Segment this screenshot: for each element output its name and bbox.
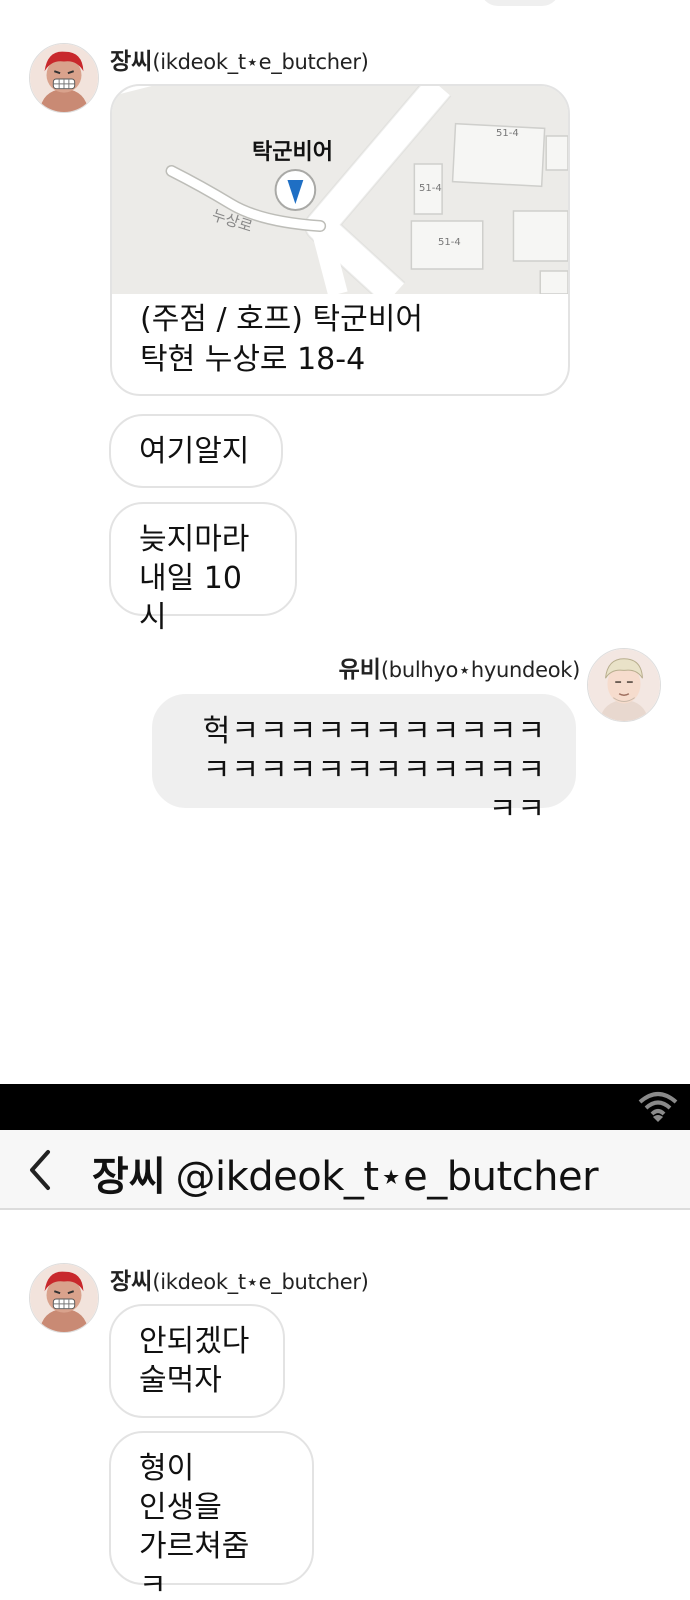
wifi-icon (638, 1092, 678, 1122)
chat-title: 장씨 @ikdeok_t⋆e_butcher (0, 1144, 690, 1202)
map-lot-label: 51-4 (438, 237, 461, 248)
map-thumbnail[interactable]: 탁군비어 누상로 51-4 51-4 51-4 (112, 86, 568, 294)
my-avatar[interactable] (587, 648, 661, 722)
sender-handle: (ikdeok_t⋆e_butcher) (152, 50, 369, 74)
my-sender-label: 유비 (bulhyo⋆hyundeok) (338, 650, 581, 684)
my-message-bubble[interactable]: 헉ㅋㅋㅋㅋㅋㅋㅋㅋㅋㅋㅋ ㅋㅋㅋㅋㅋㅋㅋㅋㅋㅋㅋㅋㅋㅋ (152, 694, 576, 827)
chat-header: 장씨 @ikdeok_t⋆e_butcher (0, 1130, 690, 1210)
sender-handle: (ikdeok_t⋆e_butcher) (152, 1270, 369, 1294)
map-card-text: (주점 / 호프) 탁군비어 탁현 누상로 18-4 (140, 300, 423, 380)
map-place-label: 탁군비어 (252, 140, 333, 165)
location-share-card[interactable]: 탁군비어 누상로 51-4 51-4 51-4 (주점 / 호프) 탁군비어 탁… (110, 84, 570, 396)
sender-label: 장씨 (ikdeok_t⋆e_butcher) (110, 42, 369, 76)
map-lot-label: 51-4 (496, 128, 519, 139)
contact-avatar[interactable] (29, 1263, 99, 1333)
my-handle: (bulhyo⋆hyundeok) (380, 658, 580, 682)
sender-name: 장씨 (110, 1269, 153, 1295)
message-bubble[interactable]: 형이 인생을 가르쳐줌 ㅋ (109, 1431, 314, 1600)
chat-title-handle: @ikdeok_t⋆e_butcher (175, 1154, 599, 1200)
contact-avatar[interactable] (29, 43, 99, 113)
message-bubble[interactable]: 안되겠다 술먹자 (109, 1304, 285, 1418)
my-name: 유비 (338, 657, 381, 683)
previous-bubble-edge (480, 0, 560, 6)
sender-name: 장씨 (110, 49, 153, 75)
sender-label: 장씨 (ikdeok_t⋆e_butcher) (110, 1262, 369, 1296)
chat-title-name: 장씨 (91, 1154, 166, 1200)
place-title: (주점 / 호프) 탁군비어 (140, 302, 423, 337)
message-bubble[interactable]: 늦지마라 내일 10시 (109, 502, 297, 635)
message-bubble[interactable]: 여기알지 (109, 414, 283, 488)
map-lot-label: 51-4 (419, 183, 442, 194)
place-address: 탁현 누상로 18-4 (140, 342, 366, 377)
status-bar (0, 1084, 690, 1130)
